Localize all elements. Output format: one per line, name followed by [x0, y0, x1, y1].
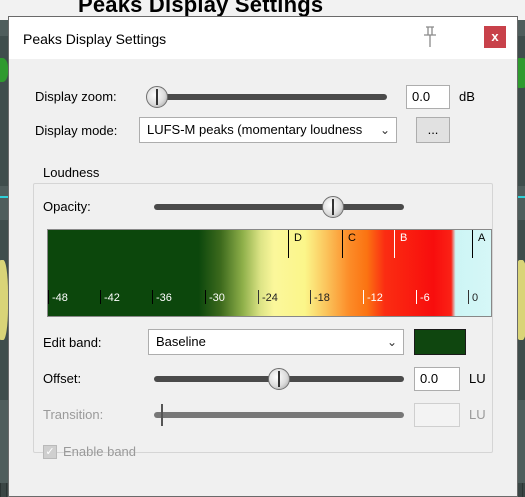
meter-tick — [48, 290, 49, 304]
band-marker-d[interactable] — [288, 230, 289, 258]
band-label-a: A — [478, 232, 486, 244]
enable-band-checkbox[interactable]: ✓ — [43, 445, 57, 459]
band-marker-b[interactable] — [394, 230, 395, 258]
band-label-c: C — [348, 232, 356, 244]
offset-unit: LU — [469, 371, 486, 386]
meter-tick — [363, 290, 364, 304]
dialog-title: Peaks Display Settings — [23, 31, 167, 47]
chevron-down-icon: ⌄ — [386, 335, 397, 349]
meter-tick-label: -30 — [209, 292, 225, 304]
meter-tick — [100, 290, 101, 304]
enable-band-label: Enable band — [63, 444, 137, 459]
transition-input[interactable] — [414, 403, 460, 427]
meter-tick-label: -24 — [262, 292, 278, 304]
display-zoom-slider-thumb[interactable] — [146, 86, 168, 108]
opacity-label: Opacity: — [43, 199, 91, 214]
display-mode-label: Display mode: — [35, 123, 118, 138]
display-mode-options-button[interactable]: ... — [416, 117, 450, 143]
background-waveform — [0, 260, 8, 340]
display-zoom-input[interactable]: 0.0 — [406, 85, 450, 109]
pin-icon[interactable] — [420, 25, 440, 49]
meter-tick-label: 0 — [472, 292, 479, 304]
transition-unit: LU — [469, 407, 486, 422]
band-color-swatch[interactable] — [414, 329, 466, 355]
meter-tick-label: -6 — [420, 292, 430, 304]
dialog-titlebar[interactable]: Peaks Display Settings x — [9, 17, 517, 59]
edit-band-selected-value: Baseline — [156, 334, 206, 349]
loudness-group-label: Loudness — [39, 165, 104, 180]
meter-tick — [416, 290, 417, 304]
display-mode-selected-value: LUFS-M peaks (momentary loudness — [147, 122, 363, 137]
meter-tick — [310, 290, 311, 304]
chevron-down-icon: ⌄ — [379, 123, 390, 137]
edit-band-label: Edit band: — [43, 335, 102, 350]
peaks-display-settings-dialog: Peaks Display Settings x Display zoom: 0… — [8, 16, 518, 497]
meter-tick — [205, 290, 206, 304]
edit-band-select[interactable]: Baseline ⌄ — [148, 329, 404, 355]
meter-tick-label: -36 — [156, 292, 172, 304]
band-label-d: D — [294, 232, 302, 244]
band-marker-a[interactable] — [472, 230, 473, 258]
meter-tick-label: -12 — [367, 292, 383, 304]
transition-slider-track[interactable] — [154, 412, 404, 418]
meter-tick-label: -48 — [52, 292, 68, 304]
transition-label: Transition: — [43, 407, 104, 422]
band-label-b: B — [400, 232, 408, 244]
display-zoom-label: Display zoom: — [35, 89, 117, 104]
meter-tick — [152, 290, 153, 304]
opacity-slider-thumb[interactable] — [322, 196, 344, 218]
transition-slider-thumb[interactable] — [161, 404, 163, 426]
display-zoom-slider-track[interactable] — [147, 94, 387, 100]
meter-tick — [468, 290, 469, 304]
meter-tick-label: -42 — [104, 292, 120, 304]
offset-slider-thumb[interactable] — [268, 368, 290, 390]
offset-input[interactable]: 0.0 — [414, 367, 460, 391]
loudness-meter[interactable]: -48 -42 -36 -30 -24 -18 -12 -6 0 D C B A — [47, 229, 492, 317]
meter-tick — [258, 290, 259, 304]
opacity-slider-track[interactable] — [154, 204, 404, 210]
meter-tick-label: -18 — [314, 292, 330, 304]
display-zoom-unit: dB — [459, 89, 475, 104]
display-mode-select[interactable]: LUFS-M peaks (momentary loudness ⌄ — [139, 117, 397, 143]
band-marker-c[interactable] — [342, 230, 343, 258]
close-button[interactable]: x — [484, 26, 506, 48]
offset-label: Offset: — [43, 371, 82, 386]
